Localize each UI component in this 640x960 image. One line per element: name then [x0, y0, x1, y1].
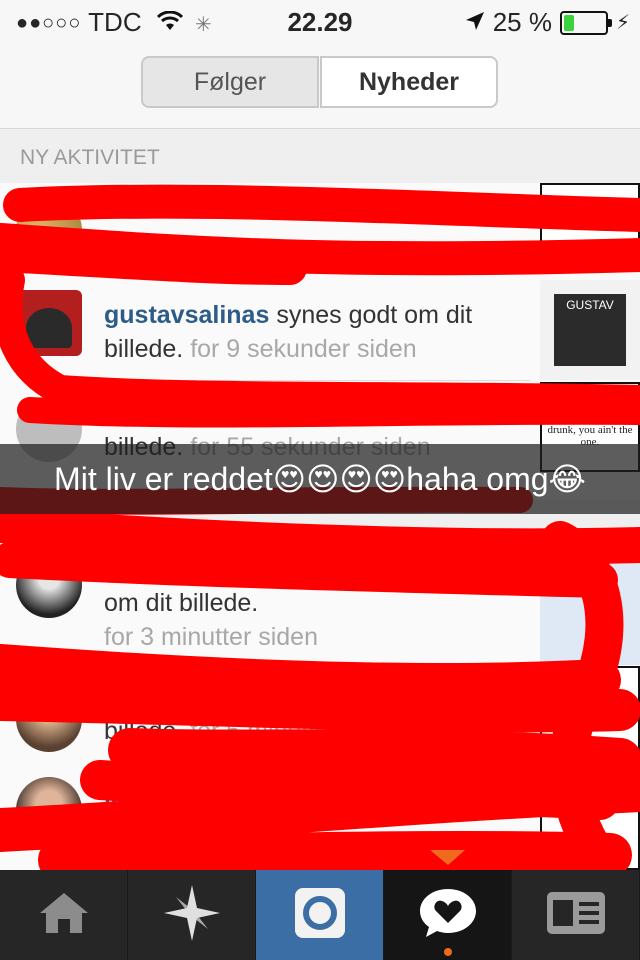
camera-icon: [294, 887, 346, 944]
status-bar: ●●○○○ TDC ✳ 22.29 25 % ⚡: [0, 0, 640, 42]
activity-icon: [418, 887, 478, 944]
status-right: 25 % ⚡: [465, 7, 630, 38]
thumbnail-caption: you when she's drunk, you ain't the one.: [547, 412, 633, 448]
activity-text: gustavsalinas synes godt om dit billede.…: [104, 298, 524, 366]
avatar[interactable]: [16, 290, 82, 356]
tab-camera[interactable]: [256, 870, 384, 960]
caption-text-start: Mit liv er reddet: [54, 461, 273, 497]
activity-header: Følger Nyheder: [0, 42, 640, 129]
list-item[interactable]: jacq ne.: [0, 767, 640, 870]
caption-text-end: haha omg: [406, 461, 549, 497]
post-thumbnail[interactable]: ne.: [540, 767, 640, 870]
avatar[interactable]: [16, 777, 82, 843]
battery-icon: [559, 10, 612, 35]
row-divider: [104, 380, 530, 381]
thumbnail-title: GUSTAV: [566, 298, 614, 312]
section-header-new-activity: NY AKTIVITET: [0, 129, 640, 183]
caption-laughing-emoji: 😂: [548, 461, 586, 497]
activity-time: for 9 sekunder siden: [190, 335, 417, 363]
username-link[interactable]: jacq: [104, 782, 154, 810]
tab-activity[interactable]: [384, 870, 512, 960]
explore-icon: [163, 884, 220, 946]
notification-dot: [443, 948, 452, 956]
post-thumbnail[interactable]: he d: [540, 666, 640, 766]
profile-icon: [546, 891, 605, 939]
activity-action: om dit billede.: [104, 589, 259, 617]
list-item[interactable]: gustavsalinas synes godt om dit billede.…: [0, 266, 640, 381]
battery-fill: [563, 14, 574, 31]
thumbnail-caption: he d: [580, 712, 600, 724]
thumbnail-caption: you ain't the one.: [552, 249, 628, 261]
list-item[interactable]: billede. for 55 sekunder siden you when …: [0, 382, 640, 472]
post-thumbnail[interactable]: you ain't the one.: [540, 183, 640, 267]
charging-bolt-icon: ⚡: [615, 12, 630, 34]
avatar[interactable]: [16, 686, 82, 752]
tab-following[interactable]: Følger: [141, 56, 319, 108]
location-arrow-icon: [465, 7, 485, 38]
list-item[interactable]: om dit billede. for 3 minutter siden: [0, 530, 640, 665]
activity-text: jacq: [104, 779, 524, 813]
snap-caption: Mit liv er reddet😍😍😍😍haha omg😂: [0, 444, 640, 514]
activity-time: for 3 minutter siden: [104, 623, 318, 651]
bottom-tab-bar: [0, 870, 640, 960]
activity-text: billede. for 5 minutter siden: [104, 714, 524, 748]
tab-profile[interactable]: [512, 870, 640, 960]
username-link[interactable]: gustavsalinas: [104, 301, 269, 329]
activity-time: for 5 minutter siden: [190, 717, 405, 745]
avatar-portrait: [26, 308, 72, 348]
post-thumbnail[interactable]: [540, 530, 640, 665]
home-icon: [38, 891, 90, 940]
thumbnail-caption: ne.: [583, 830, 597, 842]
list-item[interactable]: you ain't the one.: [0, 183, 640, 267]
activity-text: om dit billede. for 3 minutter siden: [104, 586, 524, 654]
caption-heart-eyes-emojis: 😍😍😍😍: [272, 461, 407, 497]
avatar[interactable]: [16, 552, 82, 618]
tab-home[interactable]: [0, 870, 128, 960]
post-thumbnail[interactable]: GUSTAV: [540, 280, 640, 380]
avatar[interactable]: [16, 197, 82, 263]
activity-action: billede.: [104, 717, 184, 745]
tab-explore[interactable]: [128, 870, 256, 960]
battery-percent: 25 %: [492, 7, 552, 37]
tab-news[interactable]: Nyheder: [320, 56, 498, 108]
list-item[interactable]: billede. for 5 minutter siden he d: [0, 666, 640, 766]
